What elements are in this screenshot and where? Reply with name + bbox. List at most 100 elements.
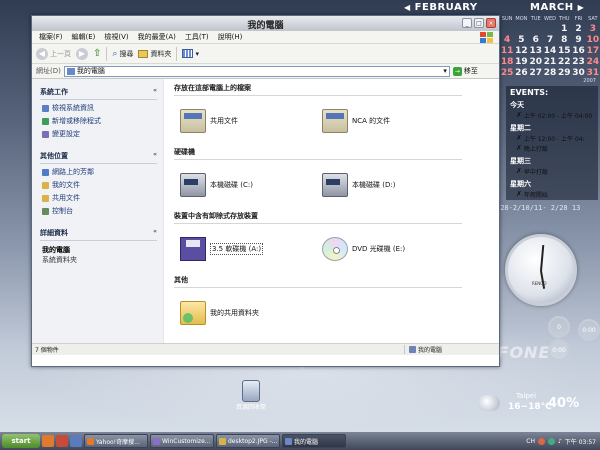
calendar-day[interactable]: 11 (500, 46, 514, 56)
back-button[interactable]: ◀ 上一頁 (36, 47, 71, 60)
event-item[interactable]: ✗ 早中打飯 (510, 167, 600, 176)
views-button[interactable]: ▾ (182, 49, 199, 58)
details-header[interactable]: 詳細資料 « (40, 228, 157, 241)
start-button[interactable]: start (2, 434, 40, 448)
system-task-link[interactable]: 檢視系統資訊 (42, 103, 157, 113)
taskbar-button[interactable]: 我的電腦 (282, 434, 346, 448)
menu-item[interactable]: 編輯(E) (72, 32, 96, 42)
other-places-header[interactable]: 其他位置 « (40, 151, 157, 164)
floppy-a-item[interactable]: 3.5 軟碟機 (A:) (174, 237, 316, 261)
next-month-arrow-icon[interactable]: ▶ (578, 3, 585, 12)
calendar-day[interactable]: 20 (529, 57, 543, 67)
minimize-button[interactable]: _ (462, 18, 472, 28)
prev-month-arrow-icon[interactable]: ◀ (404, 3, 411, 12)
window-titlebar[interactable]: 我的電腦 _ □ × (32, 16, 499, 31)
dvd-e-item[interactable]: DVD 光碟機 (E:) (316, 237, 458, 261)
calendar-day[interactable]: 25 (500, 68, 514, 78)
calendar-day[interactable]: 9 (571, 35, 585, 45)
event-item[interactable]: ✗ 年假開始 (510, 190, 600, 199)
system-task-link[interactable]: 新增或移除程式 (42, 116, 157, 126)
weather-city: Taipei (516, 392, 537, 400)
calendar-day[interactable]: 18 (500, 57, 514, 67)
folders-button[interactable]: 資料夾 (138, 49, 171, 59)
calendar-day[interactable]: 23 (571, 57, 585, 67)
calendar-day[interactable]: 28 (543, 68, 557, 78)
maximize-button[interactable]: □ (474, 18, 484, 28)
app-icon[interactable] (70, 435, 82, 447)
local-disk-d-item[interactable]: 本機磁碟 (D:) (316, 173, 458, 197)
collapse-chevron-icon[interactable]: « (153, 228, 157, 238)
calendar-day[interactable]: 6 (529, 35, 543, 45)
language-indicator[interactable]: CH (526, 438, 535, 445)
local-disk-c-item[interactable]: 本機磁碟 (C:) (174, 173, 316, 197)
event-item[interactable]: ✗ 晚上打飯 (510, 144, 600, 153)
calendar-day[interactable]: 4 (500, 35, 514, 45)
chevron-down-icon[interactable]: ▾ (443, 67, 449, 75)
forward-button[interactable]: ▶ (76, 47, 88, 60)
event-day: 星期三 (510, 157, 531, 165)
other-place-link[interactable]: 我的文件 (42, 180, 157, 190)
recycle-bin-desktop-icon[interactable]: 資源回收筒 (230, 380, 272, 411)
calendar-day[interactable] (529, 24, 543, 34)
calendar-day[interactable]: 29 (557, 68, 571, 78)
weather-widget: Taipei 16~18°C 40% (478, 392, 598, 420)
other-place-link[interactable]: 網路上的芳鄰 (42, 167, 157, 177)
calendar-day[interactable]: 13 (529, 46, 543, 56)
address-input[interactable]: 我的電腦 ▾ (63, 65, 450, 77)
calendar-day[interactable]: 21 (543, 57, 557, 67)
cloud-icon (478, 395, 500, 411)
calendar-day[interactable]: 10 (586, 35, 600, 45)
calendar-day[interactable]: 27 (529, 68, 543, 78)
collapse-chevron-icon[interactable]: « (153, 151, 157, 161)
calendar-day[interactable]: 24 (586, 57, 600, 67)
calendar-day[interactable]: 8 (557, 35, 571, 45)
menu-item[interactable]: 檔案(F) (39, 32, 63, 42)
menu-item[interactable]: 我的最愛(A) (138, 32, 176, 42)
calendar-day[interactable]: 7 (543, 35, 557, 45)
firefox-icon[interactable] (42, 435, 54, 447)
calendar-day[interactable]: 5 (514, 35, 528, 45)
system-tasks-header[interactable]: 系統工作 « (40, 87, 157, 100)
calendar-day[interactable]: 30 (571, 68, 585, 78)
taskbar-button[interactable]: Yahoo!奇摩搜... (84, 434, 148, 448)
calendar-day[interactable]: 31 (586, 68, 600, 78)
calendar-day[interactable]: 26 (514, 68, 528, 78)
clock-time[interactable]: 下午 03:57 (565, 437, 596, 446)
calendar-day[interactable]: 17 (586, 46, 600, 56)
close-button[interactable]: × (486, 18, 496, 28)
calendar-day[interactable] (514, 24, 528, 34)
calendar-day[interactable]: 19 (514, 57, 528, 67)
calendar-day[interactable]: 16 (571, 46, 585, 56)
tray-icon[interactable] (537, 437, 545, 445)
volume-icon[interactable]: ♪ (558, 438, 562, 445)
event-item[interactable]: ✗ 上午 12:00 - 上午 04: (510, 134, 600, 143)
tray-icon[interactable] (547, 437, 555, 445)
event-item[interactable]: ✗ 上午 02:00 - 上午 04:00 (510, 111, 600, 120)
menu-item[interactable]: 工具(T) (185, 32, 209, 42)
calendar-day[interactable] (543, 24, 557, 34)
calendar-day[interactable]: 22 (557, 57, 571, 67)
taskbar-button[interactable]: WinCustomize... (150, 434, 214, 448)
calendar-day[interactable]: 1 (557, 24, 571, 34)
calendar-day[interactable]: 15 (557, 46, 571, 56)
my-shared-folder-item[interactable]: 我的共用資料夾 (174, 301, 316, 325)
shared-documents-item[interactable]: 共用文件 (174, 109, 316, 133)
go-button[interactable]: → 移至 (452, 66, 478, 76)
calendar-day[interactable]: 12 (514, 46, 528, 56)
calendar-day[interactable] (500, 24, 514, 34)
media-icon[interactable] (56, 435, 68, 447)
calendar-day[interactable]: 14 (543, 46, 557, 56)
other-place-link[interactable]: 共用文件 (42, 193, 157, 203)
system-task-link[interactable]: 變更設定 (42, 129, 157, 139)
up-folder-button[interactable]: ⇧ (93, 48, 101, 59)
user-documents-item[interactable]: NCA 的文件 (316, 109, 458, 133)
menu-item[interactable]: 說明(H) (218, 32, 243, 42)
search-button[interactable]: ⌕ 搜尋 (112, 49, 133, 59)
taskbar-button[interactable]: desktop2.JPG -... (216, 434, 280, 448)
menu-item[interactable]: 檢視(V) (104, 32, 128, 42)
chevron-down-icon: ▾ (195, 49, 199, 58)
calendar-day[interactable]: 2 (571, 24, 585, 34)
collapse-chevron-icon[interactable]: « (153, 87, 157, 97)
other-place-link[interactable]: 控制台 (42, 206, 157, 216)
calendar-day[interactable]: 3 (586, 24, 600, 34)
